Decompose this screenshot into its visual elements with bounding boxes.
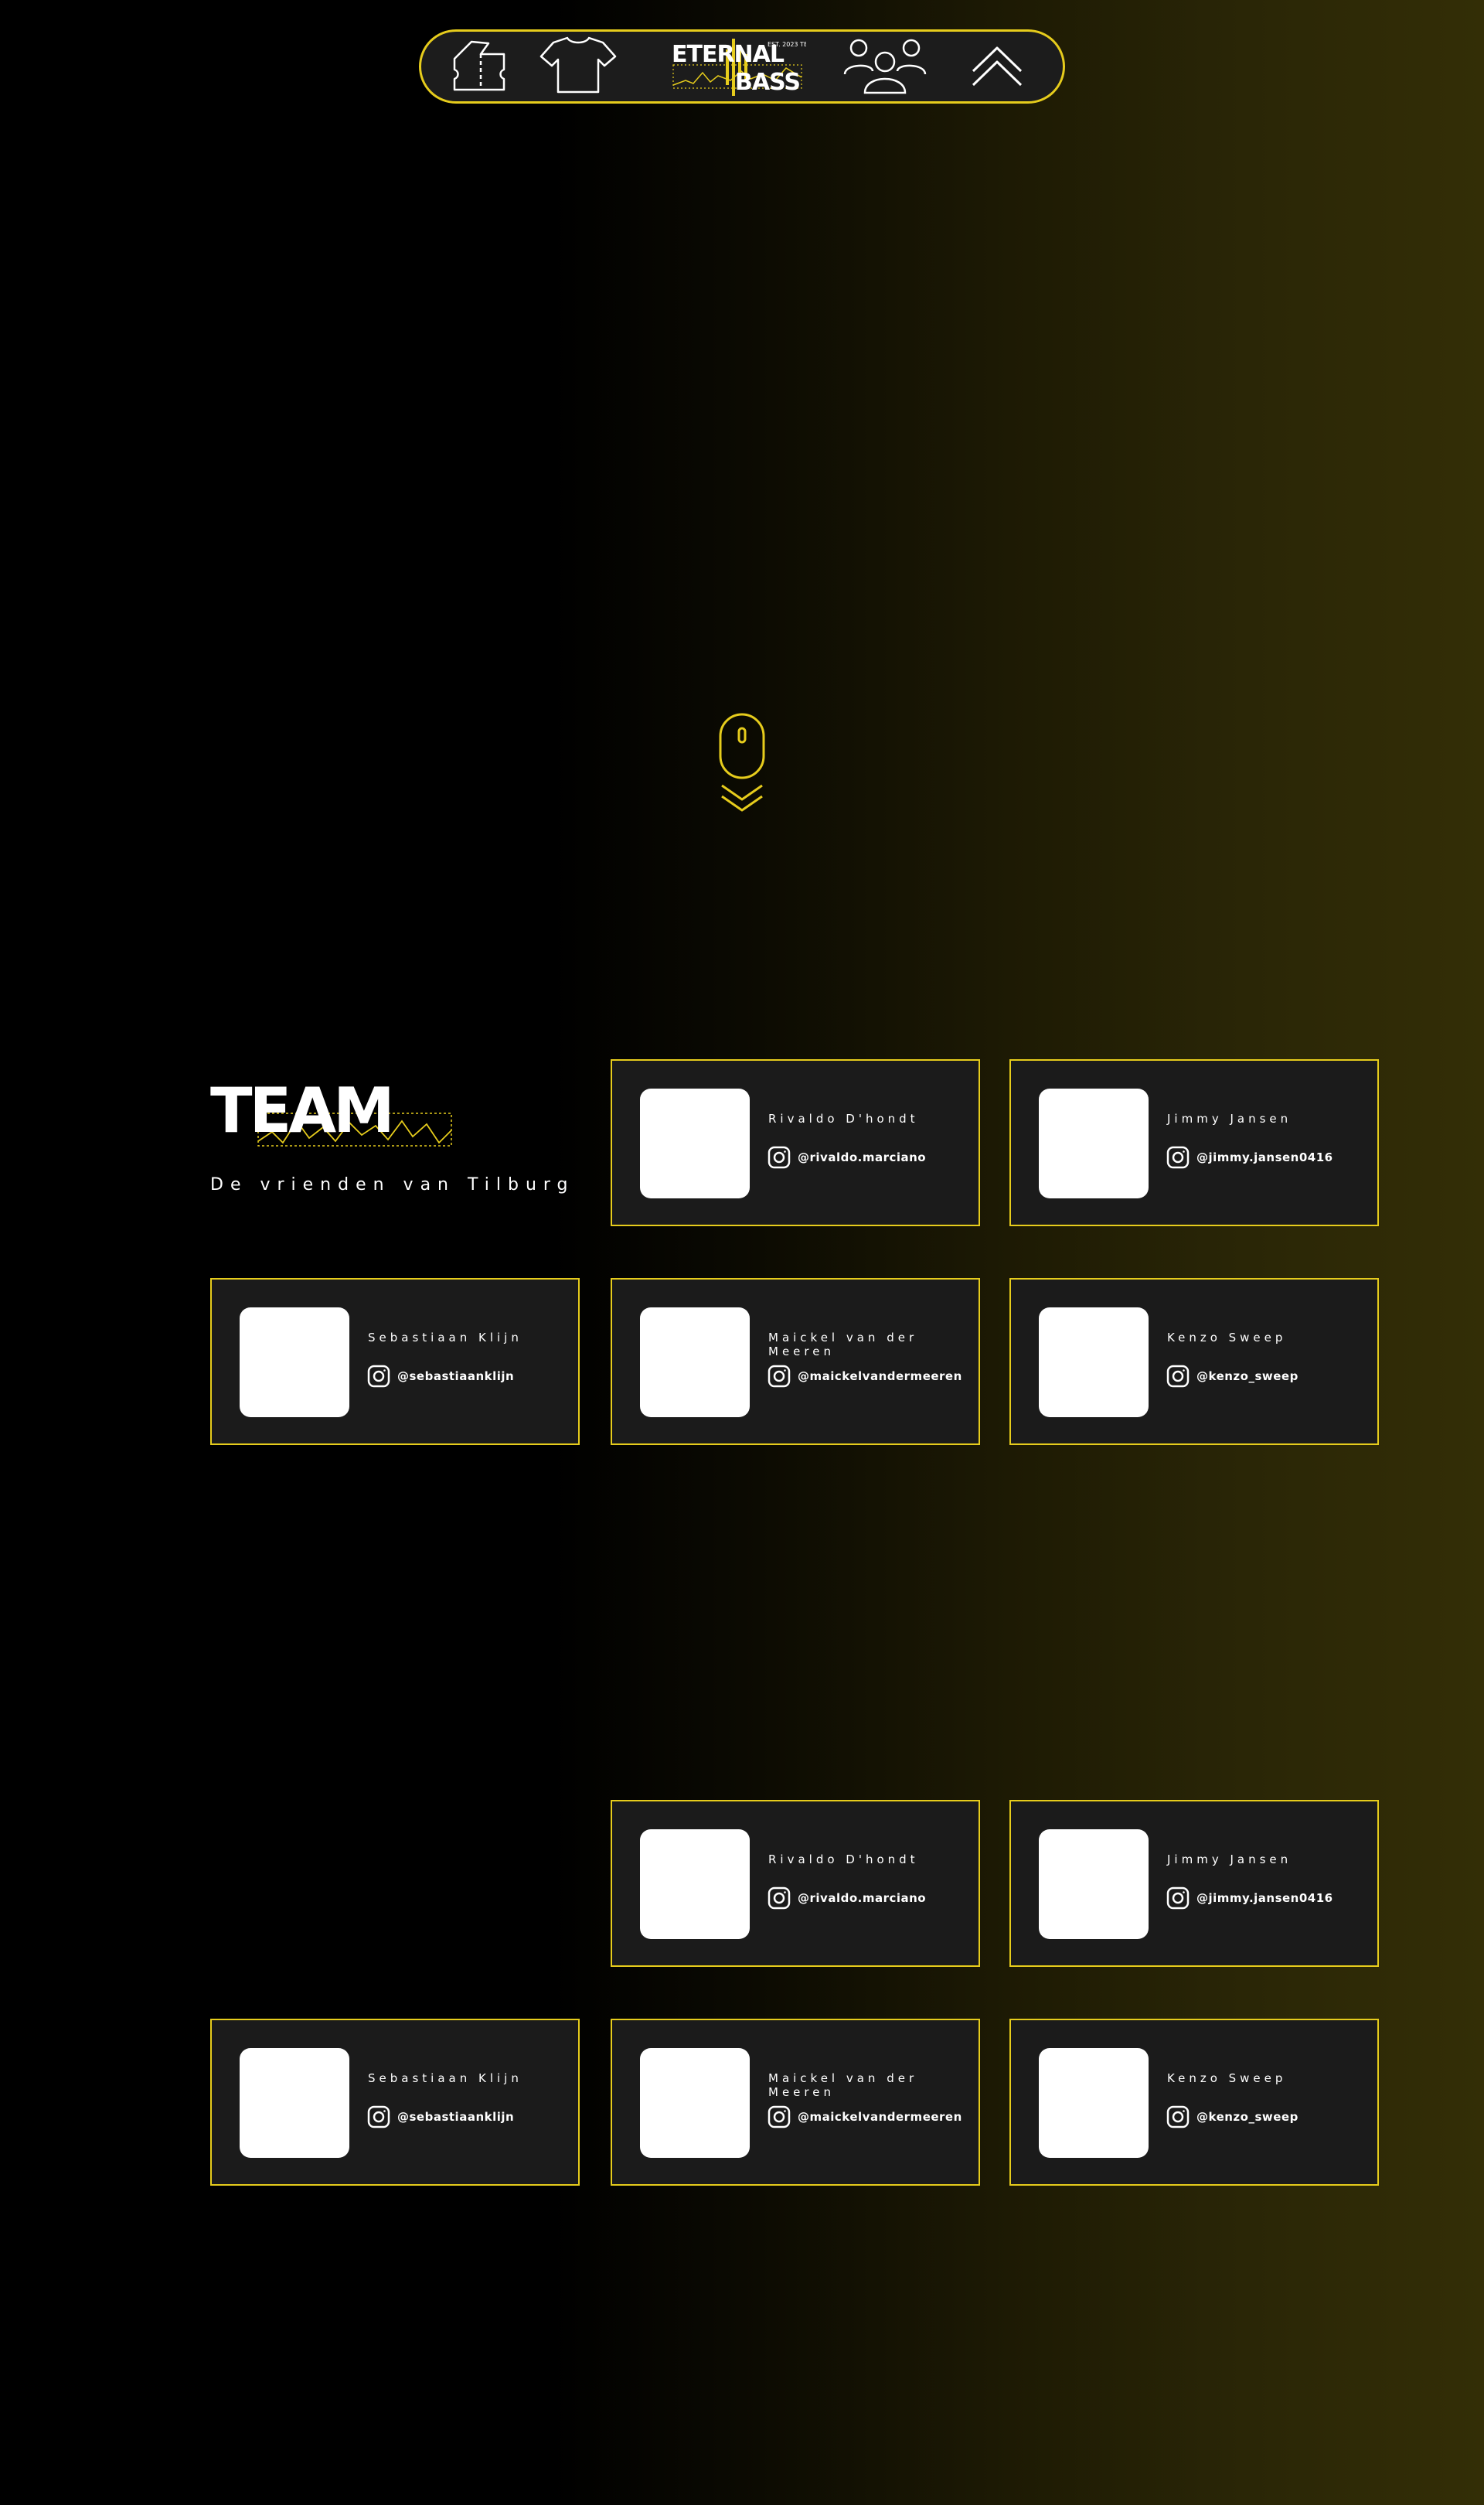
nav-merch-button[interactable] (536, 32, 621, 101)
instagram-link[interactable]: @jimmy.jansen0416 (1166, 1886, 1333, 1910)
instagram-handle: @rivaldo.marciano (798, 1150, 927, 1164)
team-member-card: Kenzo Sweep @kenzo_sweep (1009, 1278, 1379, 1445)
member-name: Kenzo Sweep (1167, 2071, 1287, 2085)
team-member-card: Maickel van der Meeren @maickelvandermee… (611, 1278, 980, 1445)
instagram-icon (767, 2105, 791, 2129)
instagram-link[interactable]: @sebastiaanklijn (366, 1364, 514, 1389)
team-logo: TEAM (210, 1075, 452, 1147)
member-photo (1039, 2048, 1149, 2158)
ticket-icon (450, 36, 509, 98)
team-member-card: Jimmy Jansen @jimmy.jansen0416 (1009, 1800, 1379, 1967)
member-photo (240, 2048, 349, 2158)
member-photo (1039, 1829, 1149, 1939)
member-photo (640, 1307, 750, 1417)
instagram-handle: @rivaldo.marciano (798, 1891, 927, 1905)
instagram-handle: @kenzo_sweep (1196, 2110, 1298, 2124)
mouse-scroll-icon (719, 713, 765, 812)
instagram-link[interactable]: @sebastiaanklijn (366, 2105, 514, 2129)
instagram-handle: @jimmy.jansen0416 (1196, 1150, 1333, 1164)
member-photo (240, 1307, 349, 1417)
instagram-link[interactable]: @rivaldo.marciano (767, 1886, 926, 1910)
team-member-card: Sebastiaan Klijn @sebastiaanklijn (210, 1278, 580, 1445)
instagram-icon (767, 1145, 791, 1170)
member-name: Rivaldo D'hondt (768, 1852, 919, 1866)
navigation-bar: ETERNAL BASS EST. 2023 TB (419, 29, 1065, 104)
instagram-link[interactable]: @kenzo_sweep (1166, 1364, 1298, 1389)
svg-text:TEAM: TEAM (210, 1076, 392, 1147)
team-member-card: Jimmy Jansen @jimmy.jansen0416 (1009, 1059, 1379, 1226)
svg-text:EST. 2023 TB: EST. 2023 TB (768, 41, 806, 48)
instagram-handle: @sebastiaanklijn (397, 2110, 515, 2124)
member-name: Maickel van der Meeren (768, 2071, 918, 2099)
member-name: Maickel van der Meeren (768, 1331, 918, 1358)
chevron-up-icon (970, 42, 1024, 92)
eternal-bass-logo: ETERNAL BASS EST. 2023 TB (672, 39, 806, 96)
team-member-card: Sebastiaan Klijn @sebastiaanklijn (210, 2019, 580, 2186)
instagram-link[interactable]: @kenzo_sweep (1166, 2105, 1298, 2129)
instagram-handle: @sebastiaanklijn (397, 1369, 515, 1383)
instagram-icon (366, 2105, 391, 2129)
instagram-handle: @maickelvandermeeren (798, 1369, 962, 1383)
member-name: Sebastiaan Klijn (368, 2071, 522, 2085)
team-subtitle: De vrienden van Tilburg (210, 1175, 575, 1195)
team-member-card: Rivaldo D'hondt @rivaldo.marciano (611, 1059, 980, 1226)
back-to-top-button[interactable] (962, 32, 1032, 101)
member-photo (640, 1829, 750, 1939)
instagram-link[interactable]: @maickelvandermeeren (767, 2105, 962, 2129)
member-name: Sebastiaan Klijn (368, 1331, 522, 1345)
team-member-card: Kenzo Sweep @kenzo_sweep (1009, 2019, 1379, 2186)
instagram-icon (1166, 2105, 1190, 2129)
team-member-card: Maickel van der Meeren @maickelvandermee… (611, 2019, 980, 2186)
instagram-handle: @kenzo_sweep (1196, 1369, 1298, 1383)
svg-text:BASS: BASS (735, 69, 800, 96)
instagram-icon (767, 1886, 791, 1910)
member-photo (640, 2048, 750, 2158)
instagram-handle: @jimmy.jansen0416 (1196, 1891, 1333, 1905)
scroll-down-indicator[interactable] (716, 711, 768, 812)
member-photo (640, 1089, 750, 1198)
team-icon (842, 36, 928, 98)
member-name: Jimmy Jansen (1167, 1112, 1292, 1126)
nav-team-button[interactable] (839, 32, 931, 101)
instagram-icon (1166, 1145, 1190, 1170)
instagram-link[interactable]: @rivaldo.marciano (767, 1145, 926, 1170)
team-member-card: Rivaldo D'hondt @rivaldo.marciano (611, 1800, 980, 1967)
instagram-link[interactable]: @jimmy.jansen0416 (1166, 1145, 1333, 1170)
instagram-handle: @maickelvandermeeren (798, 2110, 962, 2124)
instagram-icon (1166, 1886, 1190, 1910)
team-heading: TEAM De vrienden van Tilburg (210, 1075, 597, 1208)
instagram-icon (1166, 1364, 1190, 1389)
member-name: Kenzo Sweep (1167, 1331, 1287, 1345)
member-name: Jimmy Jansen (1167, 1852, 1292, 1866)
instagram-link[interactable]: @maickelvandermeeren (767, 1364, 962, 1389)
nav-logo-link[interactable]: ETERNAL BASS EST. 2023 TB (669, 32, 808, 101)
nav-tickets-button[interactable] (444, 32, 514, 101)
instagram-icon (366, 1364, 391, 1389)
member-photo (1039, 1307, 1149, 1417)
member-photo (1039, 1089, 1149, 1198)
tshirt-icon (538, 35, 618, 99)
instagram-icon (767, 1364, 791, 1389)
member-name: Rivaldo D'hondt (768, 1112, 919, 1126)
